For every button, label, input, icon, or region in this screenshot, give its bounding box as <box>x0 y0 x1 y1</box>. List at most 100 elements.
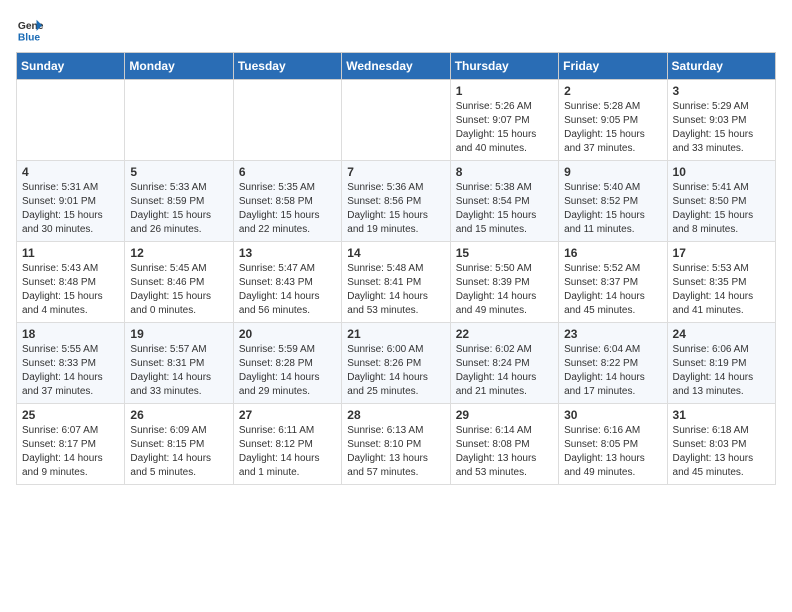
calendar-week-row: 11 Sunrise: 5:43 AM Sunset: 8:48 PM Dayli… <box>17 242 776 323</box>
day-number: 10 <box>673 165 770 179</box>
day-number: 20 <box>239 327 336 341</box>
calendar-cell: 5 Sunrise: 5:33 AM Sunset: 8:59 PM Daylig… <box>125 161 233 242</box>
day-info: Sunrise: 5:47 AM Sunset: 8:43 PM Dayligh… <box>239 262 336 318</box>
day-number: 23 <box>564 327 661 341</box>
calendar-cell: 7 Sunrise: 5:36 AM Sunset: 8:56 PM Daylig… <box>342 161 450 242</box>
day-number: 16 <box>564 246 661 260</box>
calendar-cell: 31Sunrise: 6:18 AM Sunset: 8:03 PM Dayli… <box>667 404 775 485</box>
calendar-cell: 28 Sunrise: 6:13 AM Sunset: 8:10 PM Dayli… <box>342 404 450 485</box>
day-info: Sunrise: 6:18 AM Sunset: 8:03 PM Dayligh… <box>673 424 770 480</box>
day-info: Sunrise: 6:02 AM Sunset: 8:24 PM Dayligh… <box>456 343 553 399</box>
calendar-cell: 2 Sunrise: 5:28 AM Sunset: 9:05 PM Daylig… <box>559 80 667 161</box>
day-info: Sunrise: 5:57 AM Sunset: 8:31 PM Dayligh… <box>130 343 227 399</box>
calendar-cell: 17 Sunrise: 5:53 AM Sunset: 8:35 PM Dayli… <box>667 242 775 323</box>
weekday-header-thursday: Thursday <box>450 53 558 80</box>
day-info: Sunrise: 5:52 AM Sunset: 8:37 PM Dayligh… <box>564 262 661 318</box>
svg-text:Blue: Blue <box>18 32 41 43</box>
calendar-cell: 20 Sunrise: 5:59 AM Sunset: 8:28 PM Dayli… <box>233 323 341 404</box>
calendar-cell: 1 Sunrise: 5:26 AM Sunset: 9:07 PM Daylig… <box>450 80 558 161</box>
weekday-header-friday: Friday <box>559 53 667 80</box>
calendar-cell: 12 Sunrise: 5:45 AM Sunset: 8:46 PM Dayli… <box>125 242 233 323</box>
day-number: 4 <box>22 165 119 179</box>
day-info: Sunrise: 5:28 AM Sunset: 9:05 PM Dayligh… <box>564 100 661 156</box>
day-info: Sunrise: 5:26 AM Sunset: 9:07 PM Dayligh… <box>456 100 553 156</box>
day-info: Sunrise: 5:43 AM Sunset: 8:48 PM Dayligh… <box>22 262 119 318</box>
logo: General Blue <box>16 16 44 44</box>
day-number: 27 <box>239 408 336 422</box>
calendar-cell: 22 Sunrise: 6:02 AM Sunset: 8:24 PM Dayli… <box>450 323 558 404</box>
day-number: 8 <box>456 165 553 179</box>
weekday-header-sunday: Sunday <box>17 53 125 80</box>
day-number: 28 <box>347 408 444 422</box>
day-info: Sunrise: 5:38 AM Sunset: 8:54 PM Dayligh… <box>456 181 553 237</box>
calendar-cell: 29 Sunrise: 6:14 AM Sunset: 8:08 PM Dayli… <box>450 404 558 485</box>
calendar-cell: 27 Sunrise: 6:11 AM Sunset: 8:12 PM Dayli… <box>233 404 341 485</box>
day-number: 19 <box>130 327 227 341</box>
day-info: Sunrise: 5:33 AM Sunset: 8:59 PM Dayligh… <box>130 181 227 237</box>
day-info: Sunrise: 6:11 AM Sunset: 8:12 PM Dayligh… <box>239 424 336 480</box>
calendar-cell: 18 Sunrise: 5:55 AM Sunset: 8:33 PM Dayli… <box>17 323 125 404</box>
day-info: Sunrise: 5:36 AM Sunset: 8:56 PM Dayligh… <box>347 181 444 237</box>
calendar-cell <box>125 80 233 161</box>
day-number: 2 <box>564 84 661 98</box>
day-info: Sunrise: 5:41 AM Sunset: 8:50 PM Dayligh… <box>673 181 770 237</box>
day-number: 3 <box>673 84 770 98</box>
calendar-cell: 14 Sunrise: 5:48 AM Sunset: 8:41 PM Dayli… <box>342 242 450 323</box>
day-number: 24 <box>673 327 770 341</box>
calendar-table: SundayMondayTuesdayWednesdayThursdayFrid… <box>16 52 776 485</box>
day-number: 9 <box>564 165 661 179</box>
day-number: 11 <box>22 246 119 260</box>
day-info: Sunrise: 5:55 AM Sunset: 8:33 PM Dayligh… <box>22 343 119 399</box>
calendar-cell: 13 Sunrise: 5:47 AM Sunset: 8:43 PM Dayli… <box>233 242 341 323</box>
day-info: Sunrise: 5:50 AM Sunset: 8:39 PM Dayligh… <box>456 262 553 318</box>
day-number: 13 <box>239 246 336 260</box>
day-number: 15 <box>456 246 553 260</box>
calendar-cell: 4Sunrise: 5:31 AM Sunset: 9:01 PM Daylig… <box>17 161 125 242</box>
weekday-header-wednesday: Wednesday <box>342 53 450 80</box>
day-number: 21 <box>347 327 444 341</box>
day-number: 22 <box>456 327 553 341</box>
day-info: Sunrise: 6:14 AM Sunset: 8:08 PM Dayligh… <box>456 424 553 480</box>
day-info: Sunrise: 6:07 AM Sunset: 8:17 PM Dayligh… <box>22 424 119 480</box>
day-number: 5 <box>130 165 227 179</box>
day-number: 17 <box>673 246 770 260</box>
weekday-header-tuesday: Tuesday <box>233 53 341 80</box>
day-number: 26 <box>130 408 227 422</box>
calendar-cell: 24 Sunrise: 6:06 AM Sunset: 8:19 PM Dayli… <box>667 323 775 404</box>
day-info: Sunrise: 6:16 AM Sunset: 8:05 PM Dayligh… <box>564 424 661 480</box>
calendar-cell: 6 Sunrise: 5:35 AM Sunset: 8:58 PM Daylig… <box>233 161 341 242</box>
calendar-cell: 15 Sunrise: 5:50 AM Sunset: 8:39 PM Dayli… <box>450 242 558 323</box>
day-info: Sunrise: 5:45 AM Sunset: 8:46 PM Dayligh… <box>130 262 227 318</box>
day-info: Sunrise: 5:29 AM Sunset: 9:03 PM Dayligh… <box>673 100 770 156</box>
calendar-cell <box>17 80 125 161</box>
calendar-week-row: 4Sunrise: 5:31 AM Sunset: 9:01 PM Daylig… <box>17 161 776 242</box>
calendar-cell: 25 Sunrise: 6:07 AM Sunset: 8:17 PM Dayli… <box>17 404 125 485</box>
day-number: 14 <box>347 246 444 260</box>
day-number: 29 <box>456 408 553 422</box>
calendar-cell: 8 Sunrise: 5:38 AM Sunset: 8:54 PM Daylig… <box>450 161 558 242</box>
calendar-cell: 16 Sunrise: 5:52 AM Sunset: 8:37 PM Dayli… <box>559 242 667 323</box>
calendar-cell: 23Sunrise: 6:04 AM Sunset: 8:22 PM Dayli… <box>559 323 667 404</box>
day-number: 18 <box>22 327 119 341</box>
weekday-header-monday: Monday <box>125 53 233 80</box>
calendar-cell: 10 Sunrise: 5:41 AM Sunset: 8:50 PM Dayli… <box>667 161 775 242</box>
page-header: General Blue <box>16 16 776 44</box>
day-info: Sunrise: 5:35 AM Sunset: 8:58 PM Dayligh… <box>239 181 336 237</box>
day-info: Sunrise: 5:40 AM Sunset: 8:52 PM Dayligh… <box>564 181 661 237</box>
calendar-cell: 11 Sunrise: 5:43 AM Sunset: 8:48 PM Dayli… <box>17 242 125 323</box>
day-number: 1 <box>456 84 553 98</box>
logo-icon: General Blue <box>16 16 44 44</box>
day-number: 25 <box>22 408 119 422</box>
calendar-cell: 19 Sunrise: 5:57 AM Sunset: 8:31 PM Dayli… <box>125 323 233 404</box>
weekday-header-saturday: Saturday <box>667 53 775 80</box>
day-number: 6 <box>239 165 336 179</box>
calendar-week-row: 25 Sunrise: 6:07 AM Sunset: 8:17 PM Dayli… <box>17 404 776 485</box>
day-info: Sunrise: 5:53 AM Sunset: 8:35 PM Dayligh… <box>673 262 770 318</box>
day-info: Sunrise: 5:59 AM Sunset: 8:28 PM Dayligh… <box>239 343 336 399</box>
day-number: 12 <box>130 246 227 260</box>
day-info: Sunrise: 5:48 AM Sunset: 8:41 PM Dayligh… <box>347 262 444 318</box>
day-number: 7 <box>347 165 444 179</box>
calendar-cell: 21Sunrise: 6:00 AM Sunset: 8:26 PM Dayli… <box>342 323 450 404</box>
day-info: Sunrise: 6:06 AM Sunset: 8:19 PM Dayligh… <box>673 343 770 399</box>
day-info: Sunrise: 6:13 AM Sunset: 8:10 PM Dayligh… <box>347 424 444 480</box>
